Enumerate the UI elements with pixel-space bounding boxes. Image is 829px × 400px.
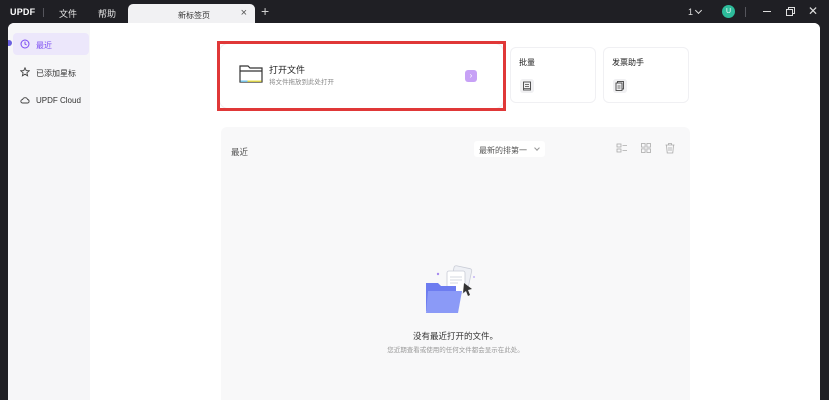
chevron-down-icon — [534, 145, 540, 151]
app-logo: UPDF — [10, 7, 36, 17]
menu-help[interactable]: 帮助 — [98, 7, 116, 20]
sidebar-item-label: 已添加星标 — [36, 69, 76, 78]
sort-value: 最新的排第一 — [479, 146, 527, 155]
close-window-icon[interactable]: ✕ — [808, 4, 818, 18]
sort-dropdown[interactable]: 最新的排第一 — [474, 141, 545, 157]
app-window: 最近 已添加星标 UPDF Cloud 打开文件 将文件拖放到此处打开 › 批量… — [8, 23, 820, 400]
avatar[interactable]: U — [722, 5, 735, 18]
sidebar-item-label: UPDF Cloud — [36, 96, 81, 105]
recent-files-panel: 最近 最新的排第一 没有最近打开的文件。 您近期查看或使用的任何文件都会显示在此… — [221, 127, 690, 400]
star-icon — [20, 67, 30, 77]
page-selector[interactable]: 1 — [688, 7, 693, 17]
open-file-card[interactable]: 打开文件 将文件拖放到此处打开 › — [220, 44, 503, 108]
empty-state-subtitle: 您近期查看或使用的任何文件都会显示在此处。 — [387, 347, 524, 354]
close-icon[interactable]: × — [241, 7, 247, 19]
invoice-icon — [613, 79, 627, 93]
minimize-icon[interactable] — [763, 11, 771, 12]
list-view-icon[interactable] — [616, 142, 628, 154]
invoice-assistant-label: 发票助手 — [612, 58, 644, 67]
menu-file[interactable]: 文件 — [59, 7, 77, 20]
tab-new[interactable]: 新标签页 × — [128, 4, 255, 24]
restore-icon[interactable] — [786, 7, 795, 16]
add-tab-icon[interactable]: + — [261, 3, 269, 19]
open-file-subtitle: 将文件拖放到此处打开 — [269, 79, 334, 86]
chevron-down-icon[interactable] — [694, 6, 703, 15]
tab-label: 新标签页 — [178, 11, 210, 20]
grid-view-icon[interactable] — [640, 142, 652, 154]
main-area: 打开文件 将文件拖放到此处打开 › 批量 发票助手 最近 最新的排第一 没有最近… — [90, 23, 820, 400]
batch-icon — [520, 79, 534, 93]
collapse-handle-icon[interactable] — [8, 40, 12, 46]
clock-icon — [20, 39, 30, 49]
chevron-right-icon[interactable]: › — [465, 70, 477, 82]
divider — [43, 8, 44, 17]
invoice-assistant-card[interactable]: 发票助手 — [603, 47, 689, 103]
sidebar-item-label: 最近 — [36, 41, 52, 50]
sidebar: 最近 已添加星标 UPDF Cloud — [8, 23, 90, 400]
folder-icon — [239, 65, 263, 83]
batch-card[interactable]: 批量 — [510, 47, 596, 103]
sidebar-item-recent[interactable]: 最近 — [13, 33, 89, 55]
sidebar-item-cloud[interactable]: UPDF Cloud — [13, 89, 89, 111]
sidebar-item-starred[interactable]: 已添加星标 — [13, 61, 89, 83]
empty-folder-illustration — [426, 265, 475, 313]
title-bar: UPDF 文件 帮助 新标签页 × + 1 U ✕ — [0, 0, 829, 24]
cloud-icon — [20, 97, 30, 104]
open-file-title: 打开文件 — [269, 65, 306, 75]
trash-icon[interactable] — [664, 142, 676, 154]
batch-label: 批量 — [519, 58, 535, 67]
recent-title: 最近 — [231, 147, 249, 157]
divider — [745, 7, 746, 17]
empty-state-title: 没有最近打开的文件。 — [412, 331, 498, 341]
